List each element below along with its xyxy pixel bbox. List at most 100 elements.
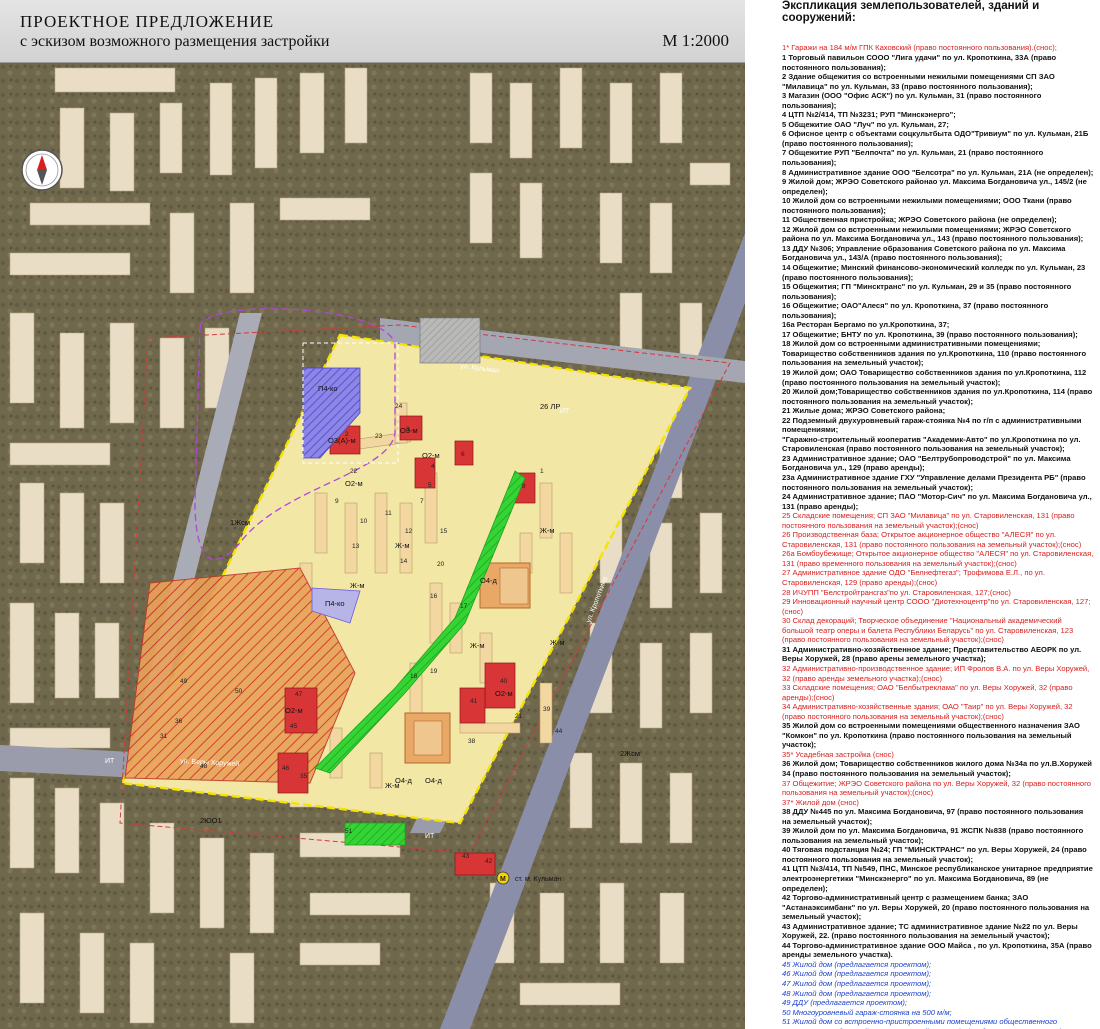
zone-label: О3(А)-м [328, 436, 356, 445]
legend-entry: 14 Общежитие; Минский финансово-экономич… [782, 262, 1086, 282]
building-number: 42 [485, 858, 493, 865]
legend-entry: 20 Жилой дом;Товарищество собственников … [782, 387, 1093, 406]
zone-label: Ж-м [395, 541, 410, 550]
building-number: 35 [300, 773, 308, 780]
legend-entry: 17 Общежитие; БНТУ по ул. Кропоткина, 39… [782, 329, 1078, 339]
legend-entry: 37 Общежитие; ЖРЭО Советского района по … [782, 778, 1091, 798]
street-label: ИТ [425, 833, 435, 840]
building-number: 5 [428, 482, 432, 489]
building-number: 46 [282, 765, 290, 772]
legend-entry: 49 ДДУ (предлагается проектом); [782, 998, 908, 1008]
legend-entry: 26а Бомбоубежище; Открытое акционерное о… [782, 549, 1094, 568]
legend-entry: 44 Торгово-административное здание ООО М… [782, 940, 1092, 960]
legend-entry: 32 Административно-производственное здан… [782, 663, 1090, 683]
zone-label: 1Жсм [230, 518, 250, 527]
building-number: 23 [375, 433, 383, 440]
legend-entry: 33 Складские помещения; ОАО "Белбытрекла… [782, 683, 1073, 702]
legend-entry: 39 Жилой дом по ул. Максима Богдановича,… [782, 826, 1084, 845]
legend-entry: 35* Усадебная застройка (снос) [782, 749, 894, 759]
legend-entry: 15 Общежития; ГП "Минсктранс" по ул. Кул… [782, 282, 1072, 301]
legend-entry: 6 Офисное центр с объектами соцкультбыта… [782, 129, 1089, 148]
legend-list: 1* Гаражи на 184 м/м ГПК Каховский (прав… [782, 43, 1094, 1029]
building-number: 39 [543, 706, 551, 713]
legend-entry: 16 Общежитие; ОАО"Алеся" по ул. Кропотки… [782, 301, 1049, 320]
legend-entry: 23 Административное здание; ОАО "Белтруб… [782, 453, 1071, 473]
street-label: ИТ [560, 408, 570, 415]
street-label: ИТ [105, 758, 115, 765]
svg-text:М: М [500, 876, 506, 883]
building-number: 7 [420, 498, 424, 505]
zone-label: О2-м [345, 479, 363, 488]
legend-entry: 23а Административное здание ГХУ "Управле… [782, 473, 1086, 492]
site-plan-map[interactable]: М Ж-м Ж-м Ж-м Ж-м Ж-м Ж-м О4-д О4-д О4-д… [0, 63, 745, 1029]
building-number: 9 [335, 498, 339, 505]
building-number: 21 [515, 713, 523, 720]
legend-entry: 13 ДДУ №306; Управление образования Сове… [782, 243, 1066, 263]
legend-entry: 1 Торговый павильон СООО "Лига удачи" по… [782, 52, 1057, 72]
building-number: 45 [290, 723, 298, 730]
legend-entry: 24 Административное здание; ПАО "Мотор-С… [782, 492, 1092, 511]
legend-entry: 7 Общежитие РУП "Белпочта" по ул. Кульма… [782, 148, 1044, 167]
legend-entry: 16а Ресторан Бергамо по ул.Кропоткина, 3… [782, 320, 950, 330]
building-number: 24 [395, 403, 403, 410]
page-title: ПРОЕКТНОЕ ПРЕДЛОЖЕНИЕ [20, 12, 275, 31]
legend-entry: 42 Торгово-административный центр с разм… [782, 893, 1090, 922]
legend-entry: 46 Жилой дом (предлагается проектом); [782, 969, 932, 979]
legend-title: Экспликация землепользователей, зданий и… [782, 0, 1040, 25]
title-band: ПРОЕКТНОЕ ПРЕДЛОЖЕНИЕ с эскизом возможно… [0, 0, 745, 63]
building-number: 11 [385, 510, 392, 517]
legend-entry: 29 Инновационный научный центр СООО "Дио… [782, 597, 1091, 616]
legend-entry: 50 Многоуровневый гараж-стоянка на 500 м… [782, 1007, 952, 1017]
legend-entry: 37* Жилой дом (снос) [782, 797, 859, 807]
page-subtitle: с эскизом возможного размещения застройк… [20, 33, 330, 50]
building-number: 41 [470, 698, 478, 705]
legend-entry: "Гаражно-строительный кооператив "Академ… [782, 434, 1081, 454]
legend-entry: 3 Магазин (ООО "Офис АСК") по ул. Кульма… [782, 91, 1042, 110]
building-number: 36 [175, 718, 183, 725]
legend-entry: 30 Склад декораций; Творческое объединен… [782, 616, 1074, 645]
legend-entry: 2 Здание общежития со встроенными нежилы… [782, 72, 1055, 91]
building-number: 48 [200, 763, 208, 770]
zone-label: 2ЮО1 [200, 816, 222, 825]
building-number: 43 [462, 853, 470, 860]
garage-area [419, 317, 481, 364]
building-number: 40 [500, 678, 508, 685]
legend-entry: 19 Жилой дом; ОАО Товарищество собственн… [782, 368, 1087, 387]
building-number: 14 [400, 558, 408, 565]
legend-entry: 26 Производственная база; Открытое акцио… [782, 530, 1082, 549]
zone-label: П4-ко [325, 599, 345, 608]
zone-label: 26 ЛР [540, 402, 560, 411]
legend-entry: 21 Жилые дома; ЖРЭО Советского района; [782, 406, 946, 416]
legend-entry: 1* Гаражи на 184 м/м ГПК Каховский (прав… [782, 43, 1057, 53]
building-number: 3 [406, 426, 410, 433]
building-number: 51 [345, 828, 353, 835]
map-canvas[interactable]: М Ж-м Ж-м Ж-м Ж-м Ж-м Ж-м О4-д О4-д О4-д… [0, 63, 745, 1029]
legend-panel: Экспликация землепользователей, зданий и… [752, 0, 1094, 1029]
legend-entry: 51 Жилой дом со встроенно-пристроенными … [782, 1017, 1064, 1029]
zone-label: О4-д [395, 776, 413, 785]
legend-entry: 4 ЦТП №2/414, ТП №3231; РУП "Минскэнерго… [782, 110, 956, 120]
legend-entry: 8 Административное здание ООО "Белсотра"… [782, 167, 1094, 177]
green-square [344, 822, 406, 846]
legend-entry: 43 Административное здание; ТС администр… [782, 921, 1078, 941]
legend-entry: 36 Жилой дом; Товарищество собственников… [782, 759, 1092, 778]
legend-entry: 28 ИЧУПП "Белстройтрансгаз"по ул. Старов… [782, 587, 1011, 597]
building-40 [484, 662, 516, 709]
legend-entry: 38 ДДУ №445 по ул. Максима Богдановича, … [782, 807, 1084, 826]
metro-label: ст. м. Кульман [515, 876, 561, 883]
north-arrow-icon [21, 149, 63, 191]
building-number: 12 [405, 528, 413, 535]
building-number: 15 [440, 528, 448, 535]
building-41 [459, 687, 486, 724]
building-number: 6 [461, 451, 465, 458]
building-number: 31 [160, 733, 168, 740]
map-scale: М 1:2000 [662, 31, 729, 50]
zone-label: 2Жсм [620, 749, 640, 758]
building-number: 49 [180, 678, 188, 685]
building-number: 17 [460, 603, 468, 610]
building-number: 18 [410, 673, 418, 680]
legend-entry: 31 Административно-хозяйственное здание;… [782, 644, 1082, 664]
legend-entry: 25 Складские помещения; СП ЗАО "Милавица… [782, 511, 1075, 530]
legend-entry: 10 Жилой дом со встроенными нежилыми пом… [782, 196, 1072, 215]
legend-entry: 22 Подземный двухуровневый гараж-стоянка… [782, 415, 1082, 435]
